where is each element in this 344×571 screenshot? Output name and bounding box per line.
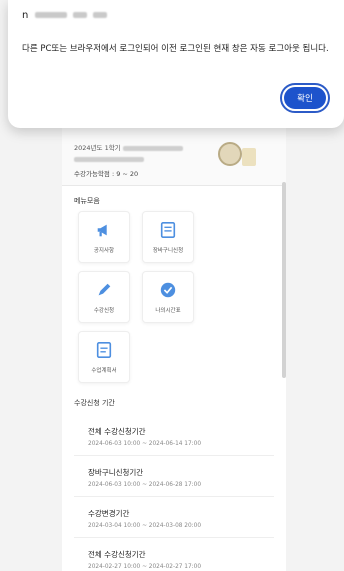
period-item[interactable]: 장바구니신청기간 2024-06-03 10:00 ~ 2024-06-28 1… <box>74 457 274 497</box>
student-term-line: 2024년도 1학기 <box>74 142 183 152</box>
megaphone-icon <box>97 224 107 237</box>
student-info-card: 2024년도 1학기 수강가능학점 : 9 ~ 20 <box>62 124 286 186</box>
menu-enroll-label: 수강신청 <box>93 308 115 314</box>
period-date: 2024-06-03 10:00 ~ 2024-06-14 17:00 <box>88 441 202 447</box>
period-item[interactable]: 수강변경기간 2024-03-04 10:00 ~ 2024-03-08 20:… <box>74 498 274 538</box>
periods-section-title: 수강신청 기간 <box>74 399 115 407</box>
period-name: 전체 수강신청기간 <box>88 427 146 436</box>
redacted-text <box>92 12 107 18</box>
mascot-icon <box>218 142 242 166</box>
menu-timetable[interactable]: 나의시간표 <box>142 271 194 323</box>
menu-syllabus[interactable]: 수업계획서 <box>78 331 130 383</box>
menu-enroll[interactable]: 수강신청 <box>78 271 130 323</box>
student-name-line <box>74 155 144 163</box>
scrollbar[interactable] <box>282 182 286 378</box>
redacted-student-name <box>74 156 144 162</box>
period-name: 수강변경기간 <box>88 509 130 518</box>
menu-timetable-label: 나의시간표 <box>155 308 181 314</box>
cart-list-icon <box>160 221 176 239</box>
confirm-button-label: 확인 <box>284 87 326 109</box>
main-panel: 2024년도 1학기 수강가능학점 : 9 ~ 20 메뉴모음 공지사항 장바구… <box>62 120 286 571</box>
period-date: 2024-06-03 10:00 ~ 2024-06-28 17:00 <box>88 482 202 488</box>
period-name: 전체 수강신청기간 <box>88 550 146 559</box>
period-item[interactable]: 전체 수강신청기간 2024-06-03 10:00 ~ 2024-06-14 … <box>74 416 274 456</box>
dialog-message: 다른 PC또는 브라우저에서 로그인되어 이전 로그인된 현재 창은 자동 로그… <box>22 44 329 54</box>
period-item[interactable]: 전체 수강신청기간 2024-02-27 10:00 ~ 2024-02-27 … <box>74 539 274 571</box>
redacted-text <box>72 12 87 18</box>
menu-notice-label: 공지사항 <box>93 248 115 254</box>
period-date: 2024-03-04 10:00 ~ 2024-03-08 20:00 <box>88 523 202 529</box>
menu-cart[interactable]: 장바구니신청 <box>142 211 194 263</box>
menu-cart-label: 장바구니신청 <box>152 248 184 254</box>
duplicate-login-dialog: n 다른 PC또는 브라우저에서 로그인되어 이전 로그인된 현재 창은 자동 … <box>8 0 344 128</box>
period-date: 2024-02-27 10:00 ~ 2024-02-27 17:00 <box>88 564 202 570</box>
menu-section-title: 메뉴모음 <box>74 197 100 205</box>
dialog-title-text: n <box>22 10 29 21</box>
redacted-student-id <box>122 145 183 151</box>
document-icon <box>96 341 112 359</box>
pencil-icon <box>98 283 111 296</box>
student-term: 2024년도 1학기 <box>74 144 121 152</box>
menu-notice[interactable]: 공지사항 <box>78 211 130 263</box>
confirm-button[interactable]: 확인 <box>280 83 330 113</box>
available-credits: 수강가능학점 : 9 ~ 20 <box>74 170 139 178</box>
check-circle-icon <box>160 282 176 298</box>
menu-syllabus-label: 수업계획서 <box>91 368 117 374</box>
redacted-text <box>34 12 67 18</box>
books-icon <box>242 148 256 166</box>
dialog-title: n <box>22 10 107 21</box>
period-name: 장바구니신청기간 <box>88 468 144 477</box>
